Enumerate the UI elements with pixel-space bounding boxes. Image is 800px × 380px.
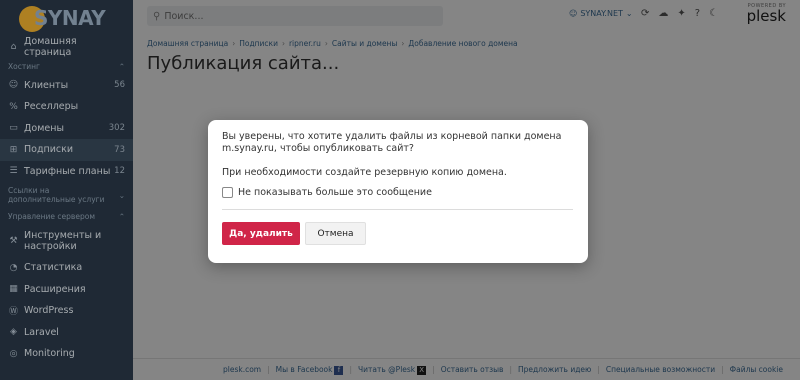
sidebar-item-label: Клиенты xyxy=(24,79,69,91)
sidebar-item-wordpress[interactable]: Ⓦ WordPress xyxy=(0,300,133,322)
sidebar-item-label: Реселлеры xyxy=(24,101,79,113)
sidebar-item-label: Домены xyxy=(24,122,64,134)
dialog-divider xyxy=(222,209,573,210)
chart-icon: ◔ xyxy=(9,262,18,273)
sidebar-section-hosting[interactable]: Хостинг ⌃ xyxy=(0,58,133,75)
chevron-up-icon: ⌃ xyxy=(118,61,125,71)
sidebar-item-extensions[interactable]: ▦ Расширения xyxy=(0,279,133,301)
sidebar-item-laravel[interactable]: ◈ Laravel xyxy=(0,322,133,344)
sidebar-item-label: Статистика xyxy=(24,262,83,274)
sidebar-item-statistics[interactable]: ◔ Статистика xyxy=(0,257,133,279)
sidebar-item-count: 56 xyxy=(114,80,125,91)
grid-icon: ⊞ xyxy=(9,144,18,155)
logo[interactable]: SYNAY xyxy=(0,0,133,36)
sidebar-item-domains[interactable]: ▭ Домены 302 xyxy=(0,118,133,140)
wrench-icon: ⚒ xyxy=(9,236,18,246)
puzzle-icon: ▦ xyxy=(9,284,18,295)
sidebar-item-label: Подписки xyxy=(24,144,74,156)
sidebar-item-count: 12 xyxy=(114,166,125,177)
sidebar-item-label: WordPress xyxy=(24,305,74,317)
sidebar-item-home[interactable]: ⌂ Домашняя страница xyxy=(0,36,133,58)
sidebar-item-label: Домашняя страница xyxy=(24,35,77,58)
sidebar-item-label: Расширения xyxy=(24,283,86,295)
sidebar-section-label: Ссылки на дополнительные услуги xyxy=(8,186,105,204)
confirm-dialog: Вы уверены, что хотите удалить файлы из … xyxy=(208,120,588,263)
sidebar-section-server[interactable]: Управление сервером ⌃ xyxy=(0,208,133,225)
dialog-buttons: Да, удалить Отмена xyxy=(222,222,574,245)
sidebar-section-links[interactable]: Ссылки на дополнительные услуги ⌄ xyxy=(0,182,133,208)
sidebar-item-count: 302 xyxy=(108,123,125,134)
monitor-icon: ▭ xyxy=(9,123,18,134)
chevron-up-icon: ⌃ xyxy=(118,212,125,221)
sidebar-item-resellers[interactable]: % Реселлеры xyxy=(0,96,133,118)
home-icon: ⌂ xyxy=(10,41,17,52)
list-icon: ☰ xyxy=(9,166,18,177)
user-icon: ☺ xyxy=(8,80,19,91)
chevron-down-icon: ⌄ xyxy=(118,190,125,200)
sidebar-item-clients[interactable]: ☺ Клиенты 56 xyxy=(0,75,133,97)
sidebar-item-label: Laravel xyxy=(24,326,59,338)
sidebar-item-subscriptions[interactable]: ⊞ Подписки 73 xyxy=(0,139,133,161)
sidebar-section-label: Хостинг xyxy=(8,61,40,71)
dialog-note: При необходимости создайте резервную коп… xyxy=(222,167,507,178)
checkbox-box[interactable] xyxy=(222,187,233,198)
dont-show-again-checkbox[interactable]: Не показывать больше это сообщение xyxy=(222,187,574,198)
sidebar-item-plans[interactable]: ☰ Тарифные планы 12 xyxy=(0,161,133,183)
laravel-icon: ◈ xyxy=(10,327,17,338)
checkbox-label: Не показывать больше это сообщение xyxy=(238,187,432,198)
cancel-button[interactable]: Отмена xyxy=(305,222,366,245)
sidebar-item-monitoring[interactable]: ◎ Monitoring xyxy=(0,343,133,365)
sidebar-item-label: Инструменты и настройки xyxy=(24,230,102,252)
dialog-question: Вы уверены, что хотите удалить файлы из … xyxy=(222,131,562,154)
confirm-delete-button[interactable]: Да, удалить xyxy=(222,222,300,245)
sidebar: SYNAY ⌂ Домашняя страница Хостинг ⌃ ☺ Кл… xyxy=(0,0,133,380)
logo-text: SYNAY xyxy=(34,6,106,30)
sidebar-item-label: Monitoring xyxy=(24,348,75,360)
wordpress-icon: Ⓦ xyxy=(8,307,18,318)
percent-icon: % xyxy=(9,101,18,112)
sidebar-section-label: Управление сервером xyxy=(8,212,95,221)
monitoring-icon: ◎ xyxy=(9,348,18,359)
sidebar-item-count: 73 xyxy=(114,144,125,155)
sidebar-item-label: Тарифные планы xyxy=(24,165,111,177)
sidebar-item-tools[interactable]: ⚒ Инструменты и настройки xyxy=(0,225,133,257)
